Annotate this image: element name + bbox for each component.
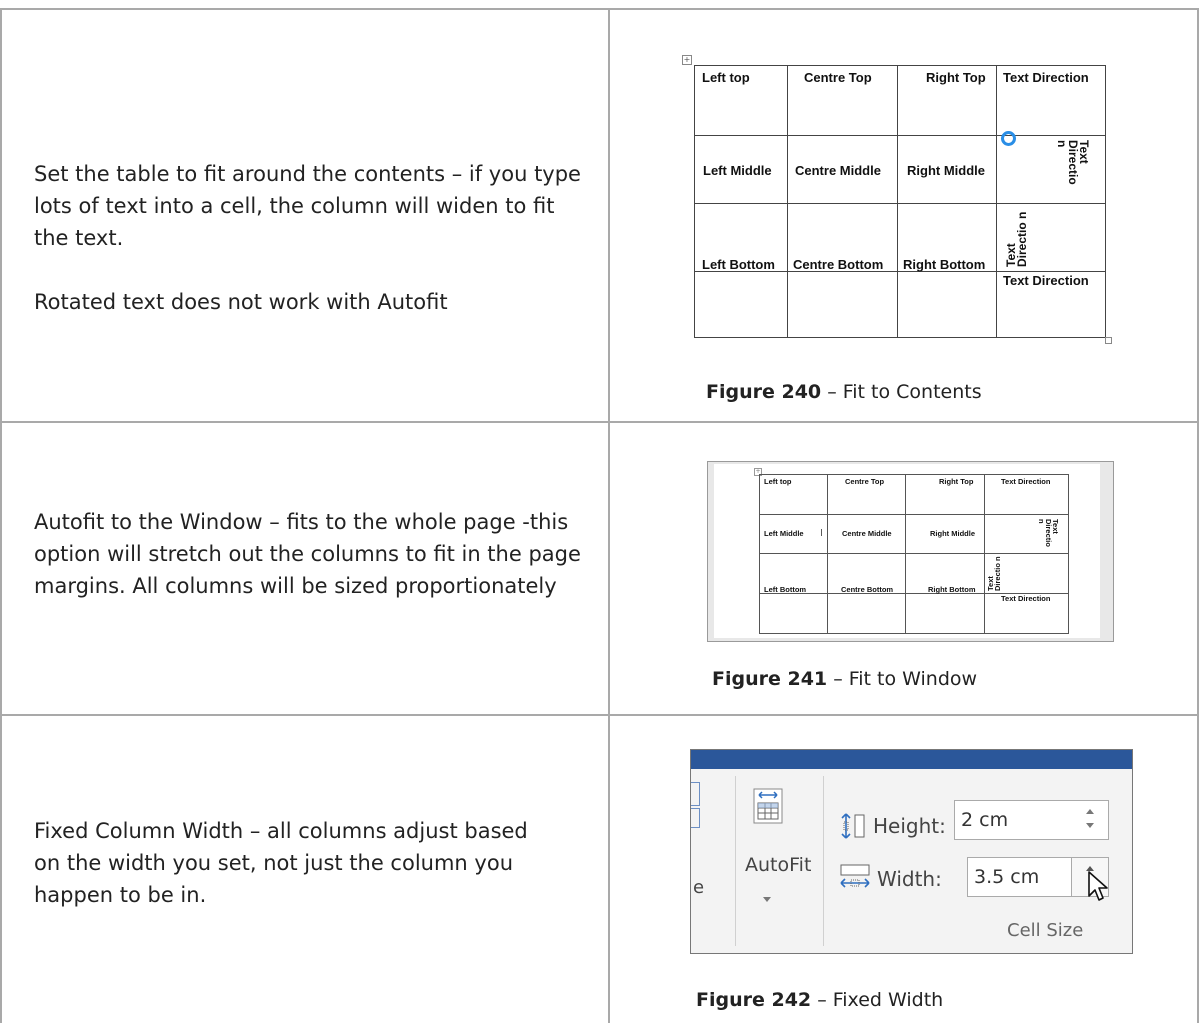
- column-line: [897, 65, 898, 338]
- row-line: [694, 135, 1106, 136]
- text-cursor-icon: I: [820, 528, 823, 539]
- cell-left-middle: Left Middle: [703, 163, 772, 178]
- cell-left-bottom: Left Bottom: [702, 257, 775, 272]
- spin-down-icon[interactable]: [1086, 823, 1094, 828]
- figure-242-caption: Figure 242 – Fixed Width: [696, 989, 943, 1011]
- cell-left-bottom: Left Bottom: [764, 585, 807, 594]
- cell-right-bottom: Right Bottom: [928, 585, 976, 594]
- figure-240-caption: Figure 240 – Fit to Contents: [706, 381, 982, 403]
- cell-text-direction-rotated-up: Text Directio n: [1004, 211, 1029, 267]
- figure-caption-text: – Fit to Contents: [821, 381, 982, 403]
- paragraph: Autofit to the Window – fits to the whol…: [34, 510, 581, 598]
- row-line: [759, 553, 1069, 554]
- cursor-circle-icon: [1001, 131, 1016, 146]
- chevron-down-icon: [763, 897, 771, 902]
- autofit-table-icon: [753, 788, 783, 824]
- mouse-pointer-icon: [1087, 870, 1111, 904]
- autofit-button[interactable]: AutoFit: [741, 776, 817, 941]
- cell-left-middle: Left Middle: [764, 529, 804, 538]
- row-height-icon: [839, 812, 869, 840]
- row-line: [694, 203, 1106, 204]
- cell-centre-bottom: Centre Bottom: [841, 585, 894, 594]
- figure-caption-text: – Fit to Window: [827, 668, 978, 690]
- figure-caption-text: – Fixed Width: [811, 989, 944, 1011]
- cell-text-direction-rotated-up: Text Directio n: [986, 556, 1002, 591]
- paragraph: Set the table to fit around the contents…: [34, 162, 581, 250]
- partial-group-icon: [691, 782, 700, 806]
- spin-up-icon[interactable]: [1086, 809, 1094, 814]
- cell-right-middle: Right Middle: [907, 163, 985, 178]
- width-label: Width:: [877, 867, 942, 891]
- figure-label: Figure 240: [706, 381, 822, 403]
- group-separator: [735, 776, 736, 946]
- group-separator: [823, 776, 824, 946]
- table-border-left: [0, 8, 2, 1023]
- paragraph: Fixed Column Width – all columns adjust …: [34, 819, 528, 907]
- column-width-icon: [839, 862, 873, 890]
- cell-text-direction: Text Direction: [1001, 477, 1051, 486]
- table-row-divider: [0, 421, 1199, 423]
- column-line: [787, 65, 788, 338]
- cell-centre-middle: Centre Middle: [795, 163, 881, 178]
- figure-241-caption: Figure 241 – Fit to Window: [712, 668, 977, 690]
- cell-size-ribbon-figure: e AutoFit Height: 2 cm Width: 3.5 cm Cel…: [690, 749, 1133, 954]
- cell-text-direction-bottom: Text Direction: [1001, 594, 1051, 603]
- cell-right-top: Right Top: [926, 70, 986, 85]
- row2-description: Autofit to the Window – fits to the whol…: [34, 506, 594, 602]
- height-input[interactable]: 2 cm: [954, 800, 1109, 840]
- column-line: [827, 474, 828, 634]
- table-row-divider: [0, 714, 1199, 716]
- document-page: + Left top Centre Top Right Top Text Dir…: [714, 464, 1100, 638]
- cell-right-middle: Right Middle: [930, 529, 975, 538]
- height-value: 2 cm: [961, 809, 1009, 831]
- partial-group-icon: [691, 808, 700, 828]
- cell-centre-top: Centre Top: [804, 70, 872, 85]
- cell-text-direction-bottom: Text Direction: [1003, 273, 1089, 288]
- cell-size-group-label: Cell Size: [1007, 920, 1084, 941]
- cell-left-top: Left top: [702, 70, 750, 85]
- paragraph: Rotated text does not work with Autofit: [34, 290, 448, 314]
- cell-centre-bottom: Centre Bottom: [793, 257, 884, 272]
- fit-to-window-figure: + Left top Centre Top Right Top Text Dir…: [707, 461, 1114, 642]
- column-line: [905, 474, 906, 634]
- row-line: [759, 514, 1069, 515]
- document-layout-table: Set the table to fit around the contents…: [0, 0, 1199, 1023]
- cell-right-top: Right Top: [939, 477, 974, 486]
- cell-text-direction-rotated: Text Directio n: [1055, 140, 1091, 185]
- sample-table-border: [694, 65, 1106, 338]
- cell-text-direction: Text Direction: [1003, 70, 1089, 85]
- cell-centre-top: Centre Top: [845, 477, 885, 486]
- cell-text-direction-rotated: Text Directio n: [1037, 519, 1060, 547]
- row1-description: Set the table to fit around the contents…: [34, 158, 584, 318]
- table-move-handle-icon[interactable]: +: [682, 55, 692, 65]
- cell-centre-middle: Centre Middle: [842, 529, 892, 538]
- figure-label: Figure 241: [712, 668, 828, 690]
- table-resize-handle-icon[interactable]: [1105, 337, 1112, 344]
- cell-left-top: Left top: [764, 477, 792, 486]
- column-line: [996, 65, 997, 338]
- height-label: Height:: [873, 814, 946, 838]
- width-value: 3.5 cm: [974, 866, 1040, 888]
- table-border-middle: [608, 8, 610, 1023]
- figure-label: Figure 242: [696, 989, 812, 1011]
- ribbon-tab-bar: [691, 750, 1132, 769]
- autofit-label: AutoFit: [745, 854, 812, 876]
- cell-right-bottom: Right Bottom: [903, 257, 986, 272]
- table-border-top: [0, 8, 1199, 10]
- row3-description: Fixed Column Width – all columns adjust …: [34, 815, 554, 911]
- column-line: [984, 474, 985, 634]
- fit-to-contents-figure: Left top Centre Top Right Top Text Direc…: [694, 65, 1106, 338]
- sample-table-border: [759, 474, 1069, 634]
- partial-label: e: [693, 877, 705, 898]
